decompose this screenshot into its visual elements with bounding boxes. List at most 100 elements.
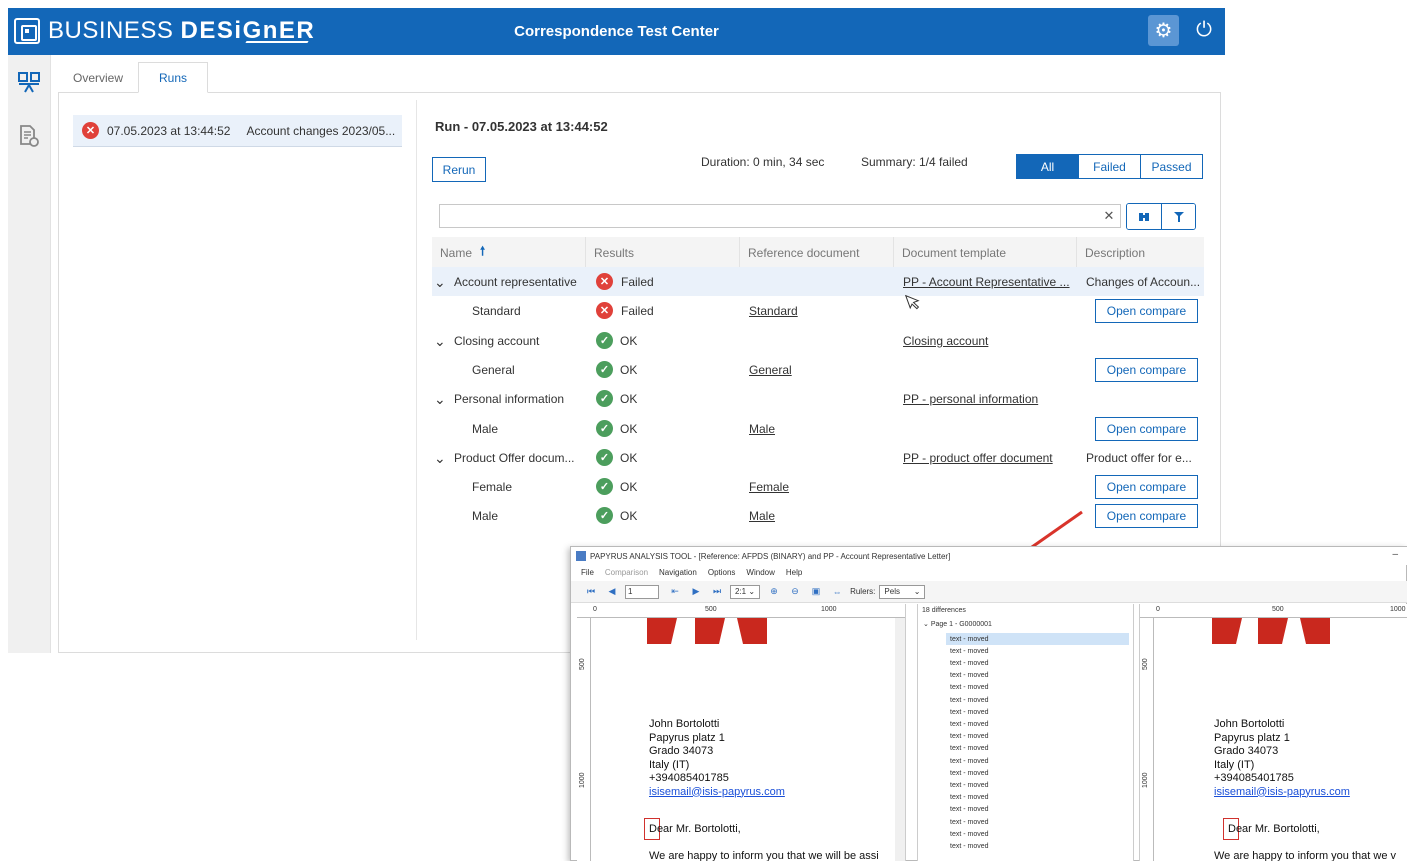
zoom-in-icon[interactable]: ⊕: [766, 585, 782, 599]
logout-button[interactable]: ⏻: [1190, 15, 1218, 46]
tab-overview[interactable]: Overview: [58, 62, 138, 93]
difference-item[interactable]: text - moved: [950, 804, 989, 816]
difference-item[interactable]: text - moved: [950, 645, 989, 657]
run-list-item[interactable]: ✕ 07.05.2023 at 13:44:52 Account changes…: [73, 115, 402, 147]
row-reference-cell: General: [749, 355, 792, 384]
column-header-name[interactable]: Name 🠕: [432, 237, 586, 268]
error-icon: ✕: [596, 302, 613, 319]
row-name: Male: [472, 421, 499, 436]
zoom-out-icon[interactable]: ⊖: [787, 585, 803, 599]
previous-page-icon[interactable]: ◀: [604, 585, 620, 599]
difference-item[interactable]: text - moved: [950, 657, 989, 669]
menu-comparison[interactable]: Comparison: [605, 568, 648, 577]
email-link[interactable]: isisemail@isis-papyrus.com: [649, 786, 785, 800]
document-template-link[interactable]: PP - product offer document: [903, 451, 1053, 465]
email-link[interactable]: isisemail@isis-papyrus.com: [1214, 786, 1350, 800]
recipient-address: John Bortolotti Papyrus platz 1 Grado 34…: [1214, 718, 1350, 799]
differences-page-node[interactable]: ⌄ Page 1 - G0000001: [923, 620, 992, 628]
differences-pane: 18 differences ⌄ Page 1 - G0000001 text …: [917, 604, 1134, 861]
difference-item[interactable]: text - moved: [950, 816, 989, 828]
horizontal-ruler: 0 500 1000: [577, 604, 905, 618]
menu-help[interactable]: Help: [786, 568, 802, 577]
minimize-button[interactable]: –: [1392, 549, 1398, 560]
document-settings-icon[interactable]: [14, 121, 44, 151]
tab-runs[interactable]: Runs: [138, 62, 208, 93]
difference-item[interactable]: text - moved: [950, 755, 989, 767]
reference-document-link[interactable]: General: [749, 363, 792, 377]
reference-document-link[interactable]: Male: [749, 509, 775, 523]
row-name-cell: ⌄ Closing account: [434, 326, 584, 355]
binoculars-icon-svg: [1139, 212, 1149, 221]
ruler-v-tick-1000: 1000: [579, 772, 586, 788]
row-result-label: Failed: [621, 274, 654, 289]
difference-item[interactable]: text - moved: [950, 682, 989, 694]
document-template-link[interactable]: PP - Account Representative ...: [903, 275, 1070, 289]
difference-item[interactable]: text - moved: [950, 731, 989, 743]
settings-button[interactable]: ⚙: [1148, 15, 1179, 46]
menu-file[interactable]: File: [581, 568, 594, 577]
filter-all-button[interactable]: All: [1016, 154, 1079, 179]
vertical-scrollbar[interactable]: [895, 618, 905, 861]
row-reference-cell: Male: [749, 501, 775, 530]
document-template-link[interactable]: PP - personal information: [903, 392, 1038, 406]
reference-document-link[interactable]: Female: [749, 480, 789, 494]
fit-page-icon[interactable]: ▣: [808, 585, 824, 599]
menu-options[interactable]: Options: [708, 568, 736, 577]
last-page-icon[interactable]: ⏭: [709, 585, 725, 599]
difference-item[interactable]: text - moved: [950, 767, 989, 779]
filter-passed-button[interactable]: Passed: [1141, 154, 1203, 179]
row-result-cell: ✓ OK: [596, 384, 637, 413]
binoculars-icon[interactable]: [1127, 204, 1161, 229]
check-icon: ✓: [596, 507, 613, 524]
workspace-icon[interactable]: [14, 67, 44, 97]
open-compare-button[interactable]: Open compare: [1095, 299, 1198, 323]
open-compare-button[interactable]: Open compare: [1095, 417, 1198, 441]
search-input[interactable]: [439, 204, 1121, 228]
ruler-tick-1000: 1000: [821, 606, 837, 613]
filter-icon[interactable]: [1161, 204, 1195, 229]
menu-navigation[interactable]: Navigation: [659, 568, 697, 577]
menu-window[interactable]: Window: [746, 568, 774, 577]
row-name: Female: [472, 479, 513, 494]
open-compare-button[interactable]: Open compare: [1095, 475, 1198, 499]
reference-document-link[interactable]: Standard: [749, 304, 798, 318]
column-header-reference[interactable]: Reference document: [740, 237, 894, 268]
row-name-cell: ⌄ Personal information: [434, 384, 584, 413]
chevron-down-icon[interactable]: ⌄: [434, 334, 446, 348]
current-document-pane[interactable]: 0 500 1000 500 1000 John Bortolotti Papy…: [1139, 604, 1407, 861]
difference-item[interactable]: text - moved: [950, 779, 989, 791]
difference-item[interactable]: text - moved: [946, 633, 1129, 645]
ruler-v-tick-500: 500: [1142, 658, 1149, 670]
chevron-down-icon[interactable]: ⌄: [434, 451, 446, 465]
column-header-template[interactable]: Document template: [894, 237, 1077, 268]
column-header-description[interactable]: Description: [1077, 237, 1204, 268]
document-template-link[interactable]: Closing account: [903, 334, 988, 348]
letterhead-graphic: [1300, 618, 1330, 644]
zoom-select[interactable]: 2:1 ⌄: [730, 584, 761, 599]
difference-item[interactable]: text - moved: [950, 670, 989, 682]
difference-item[interactable]: text - moved: [950, 718, 989, 730]
first-page-icon[interactable]: ⏮: [583, 585, 599, 599]
difference-item[interactable]: text - moved: [950, 792, 989, 804]
rulers-select[interactable]: Pels ⌄: [879, 584, 926, 599]
next-page-icon[interactable]: ▶: [688, 585, 704, 599]
page-number-input[interactable]: 1: [625, 584, 659, 599]
difference-item[interactable]: text - moved: [950, 743, 989, 755]
fit-width-icon[interactable]: ⇔: [829, 585, 845, 599]
rerun-button[interactable]: Rerun: [432, 157, 486, 182]
difference-item[interactable]: text - moved: [950, 706, 989, 718]
chevron-down-icon[interactable]: ⌄: [434, 392, 446, 406]
difference-item[interactable]: text - moved: [950, 694, 989, 706]
reference-document-link[interactable]: Male: [749, 422, 775, 436]
ruler-tick-500: 500: [705, 606, 717, 613]
clear-icon[interactable]: ✕: [1101, 207, 1117, 225]
difference-item[interactable]: text - moved: [950, 840, 989, 852]
open-compare-button[interactable]: Open compare: [1095, 358, 1198, 382]
open-compare-button[interactable]: Open compare: [1095, 504, 1198, 528]
difference-item[interactable]: text - moved: [950, 828, 989, 840]
chevron-down-icon[interactable]: ⌄: [434, 275, 446, 289]
previous-difference-icon[interactable]: ⇤: [667, 585, 683, 599]
column-header-results[interactable]: Results: [586, 237, 740, 268]
reference-document-pane[interactable]: 0 500 1000 500 1000 John Bortolotti Papy…: [577, 604, 906, 861]
filter-failed-button[interactable]: Failed: [1079, 154, 1141, 179]
